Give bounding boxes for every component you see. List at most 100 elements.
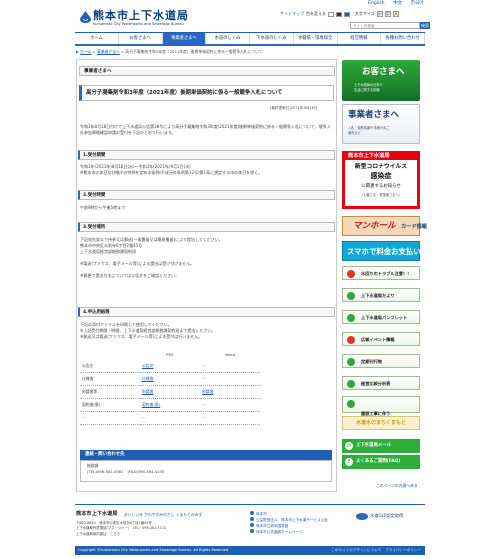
font-size-label: 文字サイズ — [354, 11, 375, 17]
footer-link[interactable]: 熊本市公共施設ホームページ — [250, 529, 328, 535]
breadcrumb: ▶ ホーム > 事業者さまへ > 高分子凝集剤令和3年度（2021年度）後期単価… — [76, 49, 263, 54]
covid-line-1: 新型コロナウイルス — [354, 164, 408, 170]
lang-chinese-link[interactable]: 中文 — [393, 1, 402, 6]
nav-contact[interactable]: 各種お問い合わせ — [381, 33, 425, 44]
color-black-button[interactable] — [335, 11, 342, 17]
section-3-heading: 3.受付場所 — [78, 222, 335, 232]
sidebar-link-comparison[interactable]: 経営比較分析表 — [342, 376, 420, 390]
pdf-link[interactable]: 公告文 — [142, 363, 153, 368]
table-cell: － — [140, 411, 200, 425]
sidebar-link-label: 水回りのトラブル注意！！ — [361, 271, 412, 276]
pdf-link[interactable]: 契約書(案) — [142, 402, 160, 407]
nav-customers[interactable]: お客さまへ — [119, 33, 163, 44]
covid-line-2: 感染症 — [370, 172, 392, 180]
table-row: 契約書(案) 契約書(案) － — [80, 398, 260, 412]
lang-english-link[interactable]: English — [368, 1, 385, 6]
section-1-body: 令和3年(2021年)8月18日(水)～令和3年(2021年)9月1日(水) ※… — [80, 164, 263, 175]
language-links: English 中文 한국어 — [368, 1, 430, 7]
nav-water-cycle[interactable]: 水循環・環境保全 — [294, 33, 338, 44]
pdf-link[interactable]: 申請書 — [142, 389, 153, 394]
sitemap-link[interactable]: サイトマップ — [280, 11, 304, 16]
covid-line-4: （お客さま・事業者さまへ） — [360, 193, 402, 197]
event-icon — [347, 336, 355, 344]
sidebar-link-periodicals[interactable]: 定期刊行物 — [342, 354, 420, 368]
table-cell: － — [80, 411, 140, 425]
section-2-body: 午前9時から午後5時まで — [80, 205, 126, 210]
breadcrumb-home-link[interactable]: ホーム — [80, 49, 91, 54]
table-header: Word — [225, 352, 235, 358]
font-medium-button[interactable]: 中 — [384, 11, 391, 17]
construction-icon — [347, 400, 355, 408]
footer-links: 熊本市 公益財団法人 熊本市上下水道サービス公社 熊本市立熊本図書館 熊本市公共… — [250, 511, 328, 535]
site-subtitle: Kumamoto City Waterworks and Sewerage Bu… — [93, 22, 184, 26]
manhole-banner-title: マンホール — [353, 221, 396, 231]
bureau-mail-banner[interactable]: ✉ 上下水道局メール — [342, 439, 420, 453]
bullet-icon — [250, 529, 254, 533]
bureau-mail-label: 上下水道局メール — [356, 443, 392, 448]
section-2-heading: 2.受付時間 — [78, 190, 335, 200]
bullet-icon — [250, 523, 254, 527]
sidebar-link-label: 定期刊行物 — [361, 359, 382, 364]
businesses-banner-title: 事業者さまへ — [348, 110, 400, 120]
sidebar-link-newsletter[interactable]: 上下水道局だより — [342, 288, 420, 302]
question-icon: ? — [345, 458, 353, 466]
footer-divider — [75, 504, 425, 505]
table-row: 仕様書 仕様書 － — [80, 372, 260, 386]
color-blue-button[interactable] — [343, 11, 350, 17]
sidebar-link-pamphlet[interactable]: 上下水道局パンフレット — [342, 310, 420, 324]
sidebar-link-construction[interactable]: 建設工事に伴う 水道水保全の事業 — [342, 396, 420, 422]
customers-banner-sub: 上下水道局の仕事や 生活に関する情報 — [354, 83, 383, 92]
footer-address: 〒862-8620 熊本市中央区水前寺6丁目2番45号 上下水道局代表電話(マネ… — [76, 521, 167, 536]
sidebar-link-label: 経営比較分析表 — [361, 381, 391, 386]
table-header: PDF — [166, 352, 174, 358]
font-small-button[interactable]: 小 — [376, 11, 383, 17]
nav-divider — [75, 44, 425, 46]
glp-certification[interactable]: 水道GLP認定取得 — [356, 511, 416, 521]
contact-phone: (TEL)096-381-4081 (FAX)096-384-4135 — [87, 469, 165, 474]
nav-sewer-system[interactable]: 下水道のしくみ — [250, 33, 294, 44]
businesses-banner[interactable]: 事業者さまへ 入札・契約情報や手続きのご 案内など — [342, 104, 420, 144]
global-nav: ホーム お客さまへ 事業者さまへ 水道のしくみ 下水道のしくみ 水循環・環境保全… — [75, 33, 425, 44]
pdf-link[interactable]: 仕様書 — [142, 376, 153, 381]
color-white-button[interactable] — [327, 11, 334, 17]
search-button[interactable]: 検索 — [420, 22, 430, 29]
covid-line-3: に関連するお知らせ — [361, 184, 401, 189]
footer-policy-links[interactable]: このサイトのデザインについて プライバシーポリシー — [331, 546, 421, 555]
table-cell: 申請書等 — [80, 385, 140, 399]
sidebar-link-events[interactable]: 広報イベント情報 — [342, 332, 420, 346]
newsletter-icon — [347, 292, 355, 300]
covid-banner-panel: 新型コロナウイルス 感染症 に関連するお知らせ （お客さま・事業者さまへ） — [345, 160, 417, 206]
footer-site-name: 熊本市上下水道局 — [76, 511, 118, 517]
nav-home[interactable]: ホーム — [75, 33, 119, 44]
search-input[interactable]: サイト内検索 — [350, 22, 420, 29]
nav-businesses[interactable]: 事業者さまへ — [162, 33, 207, 44]
sidebar-link-water-trouble[interactable]: 水回りのトラブル注意！！ — [342, 266, 420, 280]
intro-text: 令和3年8月18日付けで上下水道局公告第38号により高分子凝集剤令和3年度(20… — [80, 124, 331, 135]
bullet-icon — [250, 517, 254, 521]
page-top-link[interactable]: このページの先頭へ戻る — [376, 483, 418, 488]
manhole-card-banner[interactable]: マンホール カード情報 — [342, 216, 427, 236]
nav-management[interactable]: 経営情報 — [338, 33, 382, 44]
contact-box: 総務課 (TEL)096-381-4081 (FAX)096-384-4135 — [80, 460, 332, 482]
table-cell: － — [200, 411, 260, 425]
contact-heading: 連絡・問い合わせ先 — [80, 450, 332, 460]
copyright-text: Copyright ©Kumamoto City Waterworks and … — [78, 548, 229, 552]
water-city-banner[interactable]: 水道水のまちくまもと — [342, 416, 420, 430]
table-cell: － — [200, 372, 260, 386]
last-updated: [最終更新日]2021年8月18日 — [270, 106, 318, 110]
breadcrumb-business-link[interactable]: 事業者さまへ — [97, 49, 120, 54]
faq-banner[interactable]: ? よくあるご質問(FAQ) — [342, 455, 420, 469]
table-cell: 契約書(案) — [80, 398, 140, 412]
smartphone-pay-banner[interactable]: スマホで料金お支払い — [342, 241, 421, 261]
table-row: － － － — [80, 411, 260, 425]
covid-banner[interactable]: 熊本市上下水道局 新型コロナウイルス 感染症 に関連するお知らせ （お客さま・事… — [342, 151, 420, 209]
word-link[interactable]: 申請書 — [202, 389, 213, 394]
customers-banner[interactable]: お客さまへ 上下水道局の仕事や 生活に関する情報 — [342, 60, 420, 101]
font-large-button[interactable]: 大 — [392, 11, 399, 17]
lang-korean-link[interactable]: 한국어 — [411, 1, 424, 6]
nav-water-system[interactable]: 水道のしくみ — [206, 33, 250, 44]
smartphone-pay-label: スマホで料金お支払い — [347, 247, 421, 256]
table-row: 申請書等 申請書 申請書 — [80, 385, 260, 399]
bullet-icon — [250, 511, 254, 515]
copyright-bar: Copyright ©Kumamoto City Waterworks and … — [75, 546, 425, 555]
